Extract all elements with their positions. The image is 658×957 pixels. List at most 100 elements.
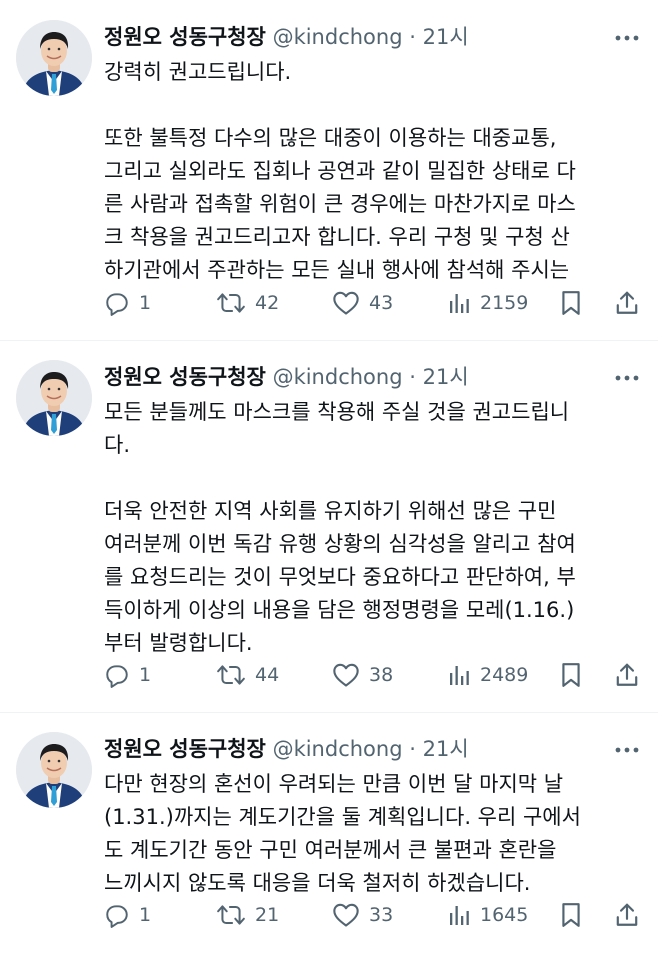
bookmark-icon: [562, 903, 580, 927]
view-count: 2489: [480, 664, 529, 686]
bookmark-button[interactable]: [560, 660, 582, 690]
share-icon: [616, 903, 638, 926]
tweet-text-line: [104, 462, 636, 495]
heart-icon: [333, 291, 359, 315]
more-options-button[interactable]: [614, 738, 640, 762]
tweet-text-line: 모든 분들께도 마스크를 착용해 주실 것을 권고드립니: [104, 400, 570, 424]
analytics-icon: [450, 294, 469, 313]
tweet-header: 정원오 성동구청장 @kindchong · 21시: [104, 734, 602, 764]
heart-icon: [333, 663, 359, 687]
author-handle[interactable]: @kindchong: [273, 737, 403, 761]
like-count: 38: [369, 664, 394, 686]
tweet-header: 정원오 성동구청장 @kindchong · 21시: [104, 362, 602, 392]
reply-button[interactable]: 1: [104, 660, 151, 690]
tweet-timestamp[interactable]: 21시: [423, 737, 469, 761]
share-icon: [616, 291, 638, 314]
tweet-divider: [0, 340, 658, 341]
tweet-actions: 1 42 43 2159: [104, 288, 644, 318]
author-handle[interactable]: @kindchong: [273, 365, 403, 389]
tweet-text-line: 다만 현장의 혼선이 우려되는 만큼 이번 달 마지막 날: [104, 772, 564, 796]
retweet-icon: [217, 665, 245, 685]
meta-separator: ·: [409, 25, 416, 49]
tweet-1[interactable]: 정원오 성동구청장 @kindchong · 21시 강력히 권고드립니다. 또한…: [0, 0, 658, 340]
avatar[interactable]: [16, 732, 92, 808]
tweet-text: 모든 분들께도 마스크를 착용해 주실 것을 권고드립니다. 더욱 안전한 지역 …: [104, 396, 636, 660]
avatar[interactable]: [16, 360, 92, 436]
view-count: 2159: [480, 292, 529, 314]
more-dots-icon: [615, 747, 639, 753]
retweet-count: 44: [255, 664, 280, 686]
tweet-text-line: [104, 89, 636, 122]
reply-count: 1: [139, 664, 152, 686]
tweet-2[interactable]: 정원오 성동구청장 @kindchong · 21시 모든 분들께도 마스크를 …: [0, 340, 658, 712]
reply-icon: [106, 665, 128, 688]
share-icon: [616, 663, 638, 686]
author-name[interactable]: 정원오 성동구청장: [104, 25, 266, 49]
retweet-count: 21: [255, 904, 280, 926]
more-dots-icon: [615, 375, 639, 381]
analytics-icon: [450, 906, 469, 925]
tweet-divider: [0, 712, 658, 713]
reply-icon: [106, 905, 128, 928]
views-button[interactable]: 2159: [447, 288, 528, 318]
reply-count: 1: [139, 292, 152, 314]
reply-button[interactable]: 1: [104, 288, 151, 318]
bookmark-icon: [562, 291, 580, 315]
reply-button[interactable]: 1: [104, 900, 151, 930]
bookmark-button[interactable]: [560, 900, 582, 930]
views-button[interactable]: 1645: [447, 900, 528, 930]
tweet-text-line: 더욱 안전한 지역 사회를 유지하기 위해선 많은 구민: [104, 499, 557, 523]
tweet-text: 다만 현장의 혼선이 우려되는 만큼 이번 달 마지막 날 (1.31.)까지는 …: [104, 768, 636, 900]
tweet-actions: 1 21 33 1645: [104, 900, 644, 930]
like-button[interactable]: 43: [332, 288, 393, 318]
analytics-icon: [450, 666, 469, 685]
like-button[interactable]: 38: [332, 660, 393, 690]
more-options-button[interactable]: [614, 366, 640, 390]
tweet-text-line: 하기관에서 주관하는 모든 실내 행사에 참석해 주시는: [104, 258, 570, 282]
reply-icon: [106, 293, 128, 316]
tweet-text: 강력히 권고드립니다. 또한 불특정 다수의 많은 대중이 이용하는 대중교통, 그…: [104, 56, 636, 287]
avatar[interactable]: [16, 20, 92, 96]
retweet-count: 42: [255, 292, 280, 314]
author-name[interactable]: 정원오 성동구청장: [104, 737, 266, 761]
tweet-text-line: 크 착용을 권고드리고자 합니다. 우리 구청 및 구청 산: [104, 225, 570, 249]
tweet-thread: 정원오 성동구청장 @kindchong · 21시 강력히 권고드립니다. 또한…: [0, 0, 658, 957]
tweet-timestamp[interactable]: 21시: [423, 25, 469, 49]
tweet-timestamp[interactable]: 21시: [423, 365, 469, 389]
tweet-text-line: 강력히 권고드립니다.: [104, 60, 292, 84]
views-button[interactable]: 2489: [447, 660, 528, 690]
retweet-button[interactable]: 44: [216, 660, 279, 690]
retweet-icon: [217, 293, 245, 313]
profile-photo-icon: [16, 20, 92, 96]
tweet-text-line: 를 요청드리는 것이 무엇보다 중요하다고 판단하여, 부: [104, 565, 576, 589]
tweet-header: 정원오 성동구청장 @kindchong · 21시: [104, 22, 602, 52]
profile-photo-icon: [16, 360, 92, 436]
tweet-3[interactable]: 정원오 성동구청장 @kindchong · 21시 다만 현장의 혼선이 우려…: [0, 712, 658, 957]
tweet-text-line: 른 사람과 접촉할 위험이 큰 경우에는 마찬가지로 마스: [104, 192, 576, 216]
share-button[interactable]: [614, 288, 640, 318]
more-dots-icon: [615, 35, 639, 41]
meta-separator: ·: [409, 737, 416, 761]
tweet-text-line: 다.: [104, 433, 130, 457]
more-options-button[interactable]: [614, 26, 640, 50]
author-handle[interactable]: @kindchong: [273, 25, 403, 49]
bookmark-button[interactable]: [560, 288, 582, 318]
like-button[interactable]: 33: [332, 900, 393, 930]
tweet-text-line: 또한 불특정 다수의 많은 대중이 이용하는 대중교통,: [104, 126, 557, 150]
share-button[interactable]: [614, 660, 640, 690]
bookmark-icon: [562, 663, 580, 687]
tweet-text-line: 도 계도기간 동안 구민 여러분께서 큰 불편과 혼란을: [104, 838, 557, 862]
tweet-text-line: 느끼시지 않도록 대응을 더욱 철저히 하겠습니다.: [104, 871, 531, 895]
share-button[interactable]: [614, 900, 640, 930]
heart-icon: [333, 903, 359, 927]
tweet-text-line: 부터 발령합니다.: [104, 631, 253, 655]
author-name[interactable]: 정원오 성동구청장: [104, 365, 266, 389]
retweet-button[interactable]: 21: [216, 900, 279, 930]
meta-separator: ·: [409, 365, 416, 389]
like-count: 33: [369, 904, 394, 926]
tweet-text-line: 그리고 실외라도 집회나 공연과 같이 밀집한 상태로 다: [104, 159, 576, 183]
retweet-button[interactable]: 42: [216, 288, 279, 318]
profile-photo-icon: [16, 732, 92, 808]
retweet-icon: [217, 905, 245, 925]
tweet-actions: 1 44 38 2489: [104, 660, 644, 690]
